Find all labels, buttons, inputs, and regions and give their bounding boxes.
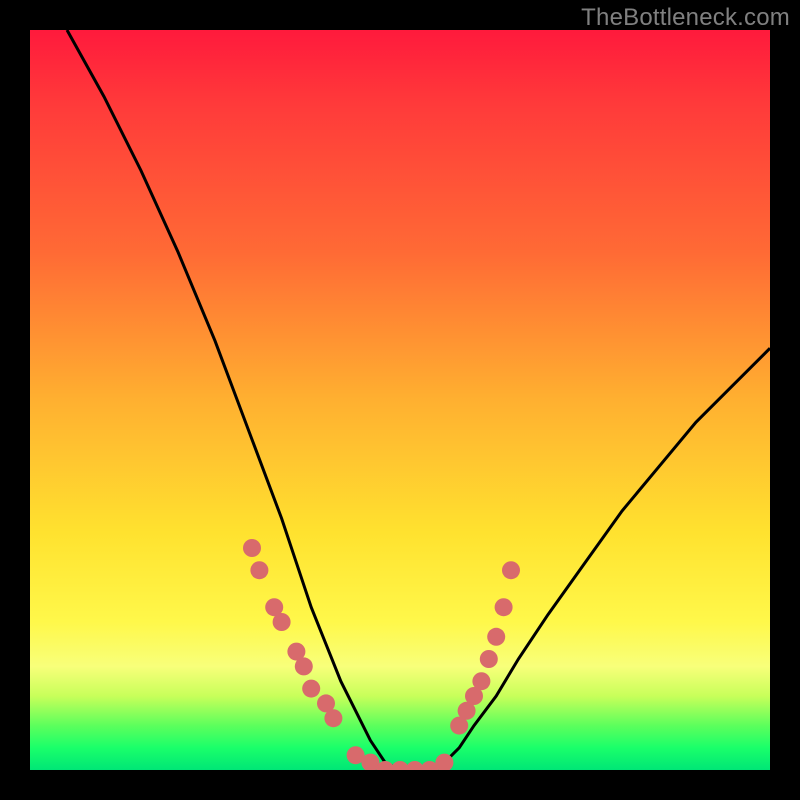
data-point [295,657,313,675]
data-point [273,613,291,631]
chart-frame: TheBottleneck.com [0,0,800,800]
data-point [495,598,513,616]
watermark-text: TheBottleneck.com [581,4,790,32]
plot-area [30,30,770,770]
data-point [302,680,320,698]
data-point [502,561,520,579]
data-point [324,709,342,727]
curve-layer [30,30,770,770]
data-point [250,561,268,579]
data-point [480,650,498,668]
data-point [243,539,261,557]
trough-dots [347,746,454,770]
data-point [487,628,505,646]
left-wall-dots [243,539,342,727]
data-point [472,672,490,690]
bottleneck-curve [67,30,770,770]
